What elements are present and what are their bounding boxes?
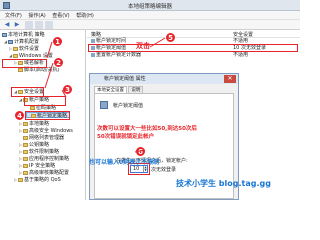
forward-arrow-icon[interactable]: ▶ [13,21,21,29]
tab-local-security-setting[interactable]: 本地安全设置 [94,86,127,93]
folder-icon [23,142,28,147]
properties-icon[interactable] [45,21,53,29]
folder-icon [23,135,28,140]
menu-help[interactable]: 帮助(H) [76,12,94,19]
policy-icon [91,52,95,57]
folder-icon [23,128,28,133]
window-title: 本地组策略编辑器 [127,4,172,10]
tree-item-policy-qos[interactable]: ▷ 基于策略的 QoS [14,177,61,183]
close-icon[interactable]: ✕ [224,75,236,83]
unit-label: 次无效登录 [151,167,177,173]
highlight-windows-settings [2,59,47,68]
tree-item-software-restriction[interactable]: ▷ 软件限制策略 [19,149,59,155]
folder-icon [23,170,28,175]
tree-item-local-policies[interactable]: ▷ 本地策略 [19,121,49,127]
back-arrow-icon[interactable]: ◀ [3,21,11,29]
double-click-label: 双击 [136,42,150,50]
policy-name: 帐户锁定阈值 [113,103,144,109]
menu-action[interactable]: 操作(A) [28,12,45,19]
console-tree: 本地计算机 策略 ◢ 计算机配置 ▷ 软件设置 ◢ Windows 设置 ▷ 域名解析 … [0,30,86,200]
folder-icon [23,163,28,168]
tree-item-computer-config[interactable]: ◢ 计算机配置 [4,39,39,45]
policy-list: 策略 安全设置 帐户锁定时间 不适用 帐户锁定阈值 10 次无效登录 重置帐户锁… [87,30,300,60]
column-security-setting[interactable]: 安全设置 [233,31,253,38]
folder-icon [23,121,28,126]
tab-explain[interactable]: 说明 [128,86,144,93]
dialog-tabs: 本地安全设置 说明 [94,86,144,93]
folder-icon [13,53,18,58]
folder-icon [13,46,18,51]
up-folder-icon[interactable] [25,21,33,29]
show-hide-tree-icon[interactable] [35,21,43,29]
step-marker-6: 6 [135,146,146,157]
tree-item-advanced-audit[interactable]: ▷ 高级审核策略配置 [19,170,69,176]
tree-item-network-list-manager[interactable]: 网络列表管理器 [19,135,64,141]
brand-watermark: 技术小学生 blog.tag.gg [176,179,271,188]
note-line1: 次数可以设置大一些比如50,到达50次后 [97,126,197,132]
tree-item-public-key-policies[interactable]: ▷ 公钥策略 [19,142,49,148]
note-zero: 也可以输入0则表示不限制 [89,159,160,166]
dialog-title: 帐户锁定阈值 属性 [90,74,238,84]
policy-icon [91,38,95,43]
highlight-account-policies [24,96,66,106]
menu-bar: 文件(F) 操作(A) 查看(V) 帮助(H) [0,11,300,20]
menu-file[interactable]: 文件(F) [5,12,22,19]
step-marker-5: 5 [165,32,176,43]
tree-item-local-computer-policy[interactable]: 本地计算机 策略 [2,32,45,38]
tree-item-software-settings[interactable]: ▷ 软件设置 [9,46,39,52]
folder-icon [18,177,23,182]
step-marker-3: 3 [62,84,73,95]
folder-icon [23,149,28,154]
step-marker-4: 4 [14,110,25,121]
window-titlebar: 本地组策略编辑器 [0,0,300,11]
highlight-account-lockout-policy [25,111,70,120]
menu-view[interactable]: 查看(V) [52,12,69,19]
list-header: 策略 安全设置 [87,31,300,38]
list-row[interactable]: 重置帐户锁定计数器 不适用 [87,52,300,58]
toolbar: ◀ ▶ [0,20,300,30]
folder-icon [23,156,28,161]
folder-icon [30,105,35,110]
policy-icon [100,101,108,109]
highlight-lockout-threshold-row [88,44,298,52]
tree-item-app-control[interactable]: ▷ 应用程序控制策略 [19,156,69,162]
computer-icon [8,39,13,44]
tree-item-advanced-firewall[interactable]: ▷ 高级安全 Windows [19,128,73,134]
note-line2: 50次错误就锁定此帐户 [97,134,155,140]
tree-item-ip-security[interactable]: ▷ IP 安全策略 [19,163,55,169]
computer-icon [2,32,7,37]
step-marker-1: 1 [52,36,63,47]
column-policy[interactable]: 策略 [91,31,101,38]
step-marker-2: 2 [53,57,64,68]
folder-icon [18,67,23,72]
